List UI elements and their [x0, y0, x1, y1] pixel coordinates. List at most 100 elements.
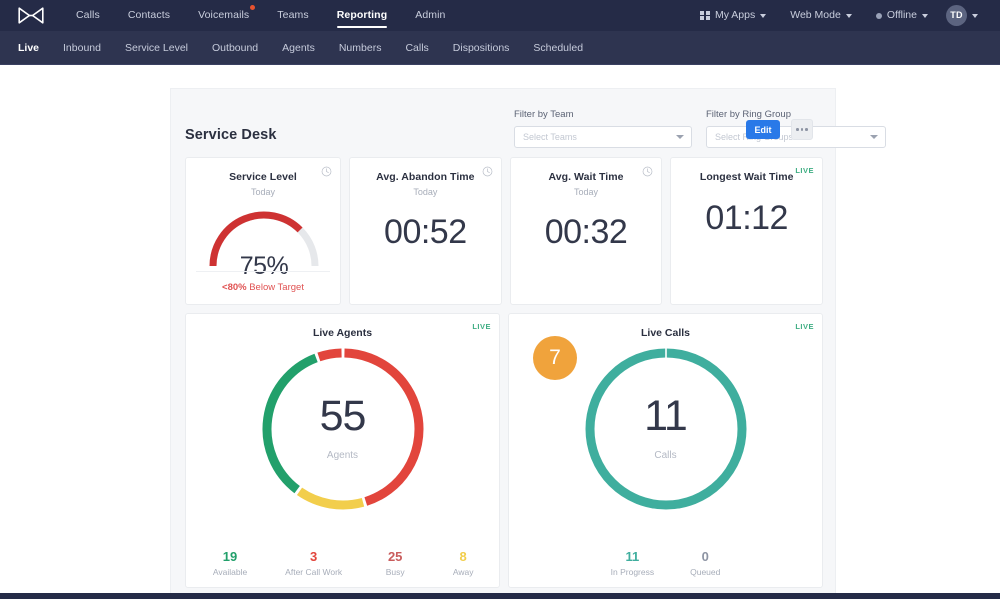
- tab-live[interactable]: Live: [6, 31, 51, 65]
- web-mode-menu[interactable]: Web Mode: [780, 0, 862, 31]
- top-nav-right-group: My Apps Web Mode Offline TD: [690, 0, 1000, 31]
- nav-link-label: Voicemails: [198, 9, 250, 21]
- kpi-card-service-level[interactable]: Service Level Today 75% <80% Below Targe…: [185, 157, 341, 305]
- legend-value: 3: [310, 549, 318, 564]
- filter-by-team-group: Filter by Team Select Teams: [514, 109, 692, 148]
- legend-value: 8: [459, 549, 467, 564]
- legend-label: Available: [212, 567, 248, 577]
- tab-inbound[interactable]: Inbound: [51, 31, 113, 65]
- app-logo[interactable]: [0, 7, 62, 24]
- nav-link-calls[interactable]: Calls: [62, 0, 114, 31]
- donut-segment: [262, 353, 318, 494]
- clock-icon: [482, 166, 493, 177]
- nav-link-label: Contacts: [127, 9, 171, 21]
- apps-grid-icon: [700, 10, 710, 21]
- chevron-down-icon: [676, 135, 684, 139]
- kpi-subtitle: Today: [250, 187, 276, 197]
- kpi-card-avg-wait-time[interactable]: Avg. Wait Time Today 00:32: [509, 157, 663, 305]
- nav-link-label: Calls: [76, 9, 100, 21]
- clock-icon: [321, 166, 332, 177]
- legend-item-busy: 25 Busy: [380, 549, 410, 577]
- service-level-target-note: <80% Below Target: [186, 282, 340, 293]
- tab-outbound[interactable]: Outbound: [200, 31, 270, 65]
- chevron-down-icon: [922, 13, 928, 18]
- filter-team-label: Filter by Team: [514, 109, 574, 120]
- card-live-agents[interactable]: LIVE Live Agents 55 Agents 19 Available: [185, 313, 500, 588]
- tab-calls[interactable]: Calls: [393, 31, 440, 65]
- target-threshold: <80%: [222, 282, 247, 293]
- live-calls-chart-area: 11 Calls: [509, 343, 822, 528]
- nav-link-label: Teams: [277, 9, 309, 21]
- legend-item-in-progress: 11 In Progress: [611, 549, 654, 577]
- nav-link-label: Reporting: [336, 9, 388, 21]
- dot: [800, 128, 804, 131]
- kpi-card-longest-wait-time[interactable]: LIVE Longest Wait Time 01:12: [670, 157, 824, 305]
- chevron-down-icon: [870, 135, 878, 139]
- legend-item-away: 8 Away: [448, 549, 478, 577]
- kpi-value: 00:52: [384, 213, 467, 251]
- live-calls-legend: 11 In Progress 0 Queued: [509, 549, 822, 577]
- more-options-button[interactable]: [791, 119, 813, 140]
- legend-value: 0: [701, 549, 709, 564]
- chevron-down-icon: [760, 13, 767, 18]
- donut-segment: [343, 348, 423, 506]
- bowtie-logo-icon: [18, 7, 44, 24]
- kpi-title: Avg. Abandon Time: [376, 171, 475, 183]
- presence-status-dot-icon: [875, 12, 882, 19]
- tab-scheduled[interactable]: Scheduled: [521, 31, 595, 65]
- tab-numbers[interactable]: Numbers: [327, 31, 394, 65]
- kpi-title: Avg. Wait Time: [548, 171, 624, 183]
- nav-link-contacts[interactable]: Contacts: [114, 0, 184, 31]
- nav-link-label: Admin: [415, 9, 446, 21]
- nav-link-voicemails[interactable]: Voicemails: [184, 0, 263, 31]
- kpi-value: 00:32: [544, 213, 628, 251]
- reporting-subnav: Live Inbound Service Level Outbound Agen…: [0, 31, 1000, 65]
- legend-label: In Progress: [610, 567, 655, 577]
- page-title: Service Desk: [185, 127, 277, 143]
- chevron-down-icon: [845, 13, 852, 18]
- legend-item-available: 19 Available: [213, 549, 247, 577]
- tab-service-level[interactable]: Service Level: [113, 31, 200, 65]
- edit-button[interactable]: Edit: [746, 120, 780, 139]
- donut-segment: [316, 348, 342, 362]
- divider: [196, 271, 330, 272]
- kpi-subtitle: Today: [573, 187, 599, 197]
- team-select[interactable]: Select Teams: [514, 126, 692, 148]
- legend-value: 19: [222, 549, 238, 564]
- card-title: Live Agents: [312, 327, 373, 339]
- kpi-value: 01:12: [705, 199, 788, 237]
- dashboard-header: Service Desk Filter by Team Select Teams…: [171, 89, 886, 154]
- kpi-card-avg-abandon-time[interactable]: Avg. Abandon Time Today 00:52: [349, 157, 502, 305]
- nav-link-teams[interactable]: Teams: [263, 0, 322, 31]
- live-agents-chart-area: 55 Agents: [186, 343, 499, 528]
- chevron-down-icon: [972, 13, 978, 18]
- legend-value: 11: [625, 549, 640, 564]
- kpi-subtitle: Today: [413, 187, 438, 197]
- app-root: Calls Contacts Voicemails Teams Reportin…: [0, 0, 1000, 599]
- legend-label: Busy: [385, 567, 405, 577]
- user-account-menu[interactable]: TD: [942, 5, 988, 26]
- live-badge: LIVE: [472, 322, 491, 331]
- donut-cards-row: LIVE Live Agents 55 Agents 19 Available: [185, 313, 823, 588]
- nav-link-reporting[interactable]: Reporting: [323, 0, 401, 31]
- my-apps-label: My Apps: [714, 9, 756, 21]
- card-live-calls[interactable]: LIVE Live Calls 7 11 Calls 11 In Progres…: [508, 313, 823, 588]
- active-nav-underline: [336, 26, 388, 28]
- kpi-title: Service Level: [229, 171, 297, 183]
- tab-dispositions[interactable]: Dispositions: [441, 31, 522, 65]
- my-apps-menu[interactable]: My Apps: [690, 0, 776, 31]
- live-badge: LIVE: [795, 322, 814, 331]
- nav-link-admin[interactable]: Admin: [401, 0, 459, 31]
- kpi-cards-row: Service Level Today 75% <80% Below Targe…: [185, 157, 824, 305]
- presence-label: Offline: [886, 9, 917, 21]
- gauge-value: 75%: [239, 252, 289, 280]
- legend-label: Away: [452, 567, 474, 577]
- legend-label: After Call Work: [285, 567, 343, 577]
- legend-value: 25: [387, 549, 403, 564]
- voicemails-notification-dot: [250, 5, 256, 10]
- top-navigation-bar: Calls Contacts Voicemails Teams Reportin…: [0, 0, 1000, 31]
- presence-status-menu[interactable]: Offline: [866, 0, 938, 31]
- donut-segment: [296, 487, 364, 510]
- primary-nav-links: Calls Contacts Voicemails Teams Reportin…: [62, 0, 459, 31]
- tab-agents[interactable]: Agents: [270, 31, 327, 65]
